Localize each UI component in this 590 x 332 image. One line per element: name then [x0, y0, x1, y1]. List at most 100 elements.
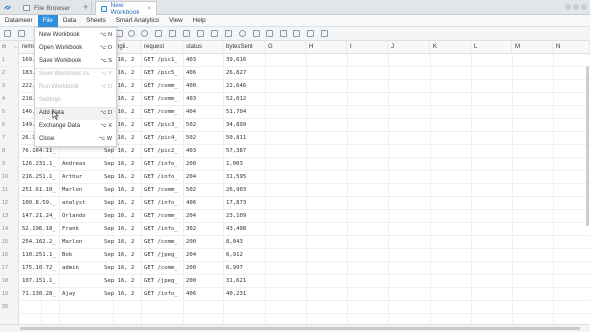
- file-menu-item-close[interactable]: Close ⌥ W: [35, 133, 116, 146]
- table-cell[interactable]: 50,811: [223, 132, 246, 145]
- refresh-icon[interactable]: [128, 30, 135, 37]
- export-icon[interactable]: [321, 30, 328, 37]
- table-cell[interactable]: 183.: [19, 67, 35, 80]
- table-cell[interactable]: GET /comm_: [141, 93, 178, 106]
- table-cell[interactable]: Sep 16, 2: [101, 262, 134, 275]
- column-header[interactable]: J: [388, 41, 430, 54]
- tab-new-workbook[interactable]: New Workbook ×: [95, 1, 157, 16]
- table-cell[interactable]: GET /info_: [141, 197, 178, 210]
- table-cell[interactable]: GET /pic2_: [141, 145, 178, 158]
- row-number[interactable]: 6: [0, 119, 19, 132]
- table-cell[interactable]: Orlando: [59, 210, 86, 223]
- table-cell[interactable]: 502: [183, 119, 196, 132]
- table-cell[interactable]: GET /jpeg_: [141, 275, 178, 288]
- table-cell[interactable]: [59, 301, 62, 314]
- table-cell[interactable]: 403: [183, 93, 196, 106]
- table-cell[interactable]: 51,704: [223, 106, 246, 119]
- table-cell[interactable]: 200: [183, 158, 196, 171]
- table-cell[interactable]: 204: [183, 171, 196, 184]
- table-cell[interactable]: 200: [183, 262, 196, 275]
- table-cell[interactable]: 400: [183, 80, 196, 93]
- table-cell[interactable]: GET /comm_: [141, 80, 178, 93]
- table-row[interactable]: 20: [0, 301, 590, 314]
- add-icon[interactable]: [4, 30, 11, 37]
- table-cell[interactable]: 200: [183, 236, 196, 249]
- like-icon[interactable]: [183, 30, 190, 37]
- table-cell[interactable]: Sep 16, 2: [101, 223, 134, 236]
- window-maximize-button[interactable]: [573, 4, 579, 10]
- table-cell[interactable]: 218.: [19, 93, 35, 106]
- table-cell[interactable]: 126.231.1_: [19, 158, 56, 171]
- file-menu-item-open-workbook[interactable]: Open Workbook ⌥ O: [35, 42, 116, 55]
- table-cell[interactable]: 403: [183, 145, 196, 158]
- table-row[interactable]: 14 52.196.18_ Frank Sep 16, 2 GET /info_ 302 4…: [0, 223, 590, 236]
- table-cell[interactable]: [19, 301, 22, 314]
- duplicate-icon[interactable]: [280, 30, 287, 37]
- table-cell[interactable]: 169.: [19, 54, 35, 67]
- table-cell[interactable]: 39,616: [223, 54, 246, 67]
- table-cell[interactable]: GET /comm_: [141, 184, 178, 197]
- open-folder-icon[interactable]: [18, 30, 25, 37]
- row-number[interactable]: 2: [0, 67, 19, 80]
- new-tab-button[interactable]: +: [83, 2, 88, 12]
- row-number[interactable]: 19: [0, 288, 19, 301]
- table-cell[interactable]: Marlon: [59, 236, 82, 249]
- table-cell[interactable]: GET /comm_: [141, 236, 178, 249]
- copy-icon[interactable]: [116, 30, 123, 37]
- table-cell[interactable]: Sep 16, 2: [101, 249, 134, 262]
- table-cell[interactable]: [183, 301, 186, 314]
- row-number[interactable]: 17: [0, 262, 19, 275]
- table-cell[interactable]: 147.21.24_: [19, 210, 56, 223]
- row-number[interactable]: 13: [0, 210, 19, 223]
- column-header[interactable]: request: [141, 41, 183, 54]
- table-cell[interactable]: [101, 301, 104, 314]
- row-number[interactable]: 16: [0, 249, 19, 262]
- table-cell[interactable]: 8,043: [223, 236, 243, 249]
- grid-icon[interactable]: [253, 30, 260, 37]
- table-cell[interactable]: admin: [59, 262, 79, 275]
- file-menu-item-save-workbook[interactable]: Save Workbook ⌥ S: [35, 55, 116, 68]
- table-cell[interactable]: Sep 16, 2: [101, 288, 134, 301]
- table-cell[interactable]: 175.10.72_: [19, 262, 56, 275]
- table-cell[interactable]: 26,903: [223, 184, 246, 197]
- table-cell[interactable]: GET /comm_: [141, 262, 178, 275]
- table-cell[interactable]: Arthur: [59, 171, 82, 184]
- table-cell[interactable]: 26,827: [223, 67, 246, 80]
- table-row[interactable]: 17 175.10.72_ admin Sep 16, 2 GET /comm_ 200 6…: [0, 262, 590, 275]
- table-cell[interactable]: 1,003: [223, 158, 243, 171]
- column-header[interactable]: bytesSent: [223, 41, 265, 54]
- table-cell[interactable]: 222.: [19, 80, 35, 93]
- table-cell[interactable]: 57,387: [223, 145, 246, 158]
- table-cell[interactable]: 302: [183, 223, 196, 236]
- table-cell[interactable]: 406: [183, 67, 196, 80]
- join-icon[interactable]: [307, 30, 314, 37]
- row-number[interactable]: 5: [0, 106, 19, 119]
- table-cell[interactable]: 200: [183, 275, 196, 288]
- table-row[interactable]: 15 254.162.2_ Marlon Sep 16, 2 GET /comm_ 200…: [0, 236, 590, 249]
- row-number[interactable]: 12: [0, 197, 19, 210]
- table-cell[interactable]: 52.196.18_: [19, 223, 56, 236]
- table-cell[interactable]: 406: [183, 197, 196, 210]
- paste-icon[interactable]: [293, 30, 300, 37]
- table-cell[interactable]: 502: [183, 184, 196, 197]
- filter-icon[interactable]: [141, 30, 148, 37]
- table-cell[interactable]: 71.130.28_: [19, 288, 56, 301]
- table-cell[interactable]: 204: [183, 249, 196, 262]
- table-cell[interactable]: 404: [183, 106, 196, 119]
- menu-sheets[interactable]: Sheets: [81, 15, 111, 27]
- table-cell[interactable]: 6,912: [223, 249, 243, 262]
- column-header[interactable]: K: [430, 41, 471, 54]
- row-number[interactable]: 20: [0, 301, 19, 314]
- row-number[interactable]: 15: [0, 236, 19, 249]
- chart-icon[interactable]: [197, 30, 204, 37]
- tab-file-browser[interactable]: File Browser: [18, 1, 92, 15]
- table-cell[interactable]: Frank: [59, 223, 79, 236]
- vertical-scroll-thumb[interactable]: [586, 66, 589, 226]
- table-cell[interactable]: Sep 16, 2: [101, 184, 134, 197]
- horizontal-scroll-thumb[interactable]: [20, 327, 580, 330]
- table-cell[interactable]: 23,109: [223, 210, 246, 223]
- menu-file[interactable]: File: [37, 14, 58, 27]
- table-row[interactable]: 11 251.61.10_ Marlon Sep 16, 2 GET /comm_ 502…: [0, 184, 590, 197]
- table-cell[interactable]: GET /info_: [141, 288, 178, 301]
- menu-datameer[interactable]: Datameer: [0, 15, 38, 27]
